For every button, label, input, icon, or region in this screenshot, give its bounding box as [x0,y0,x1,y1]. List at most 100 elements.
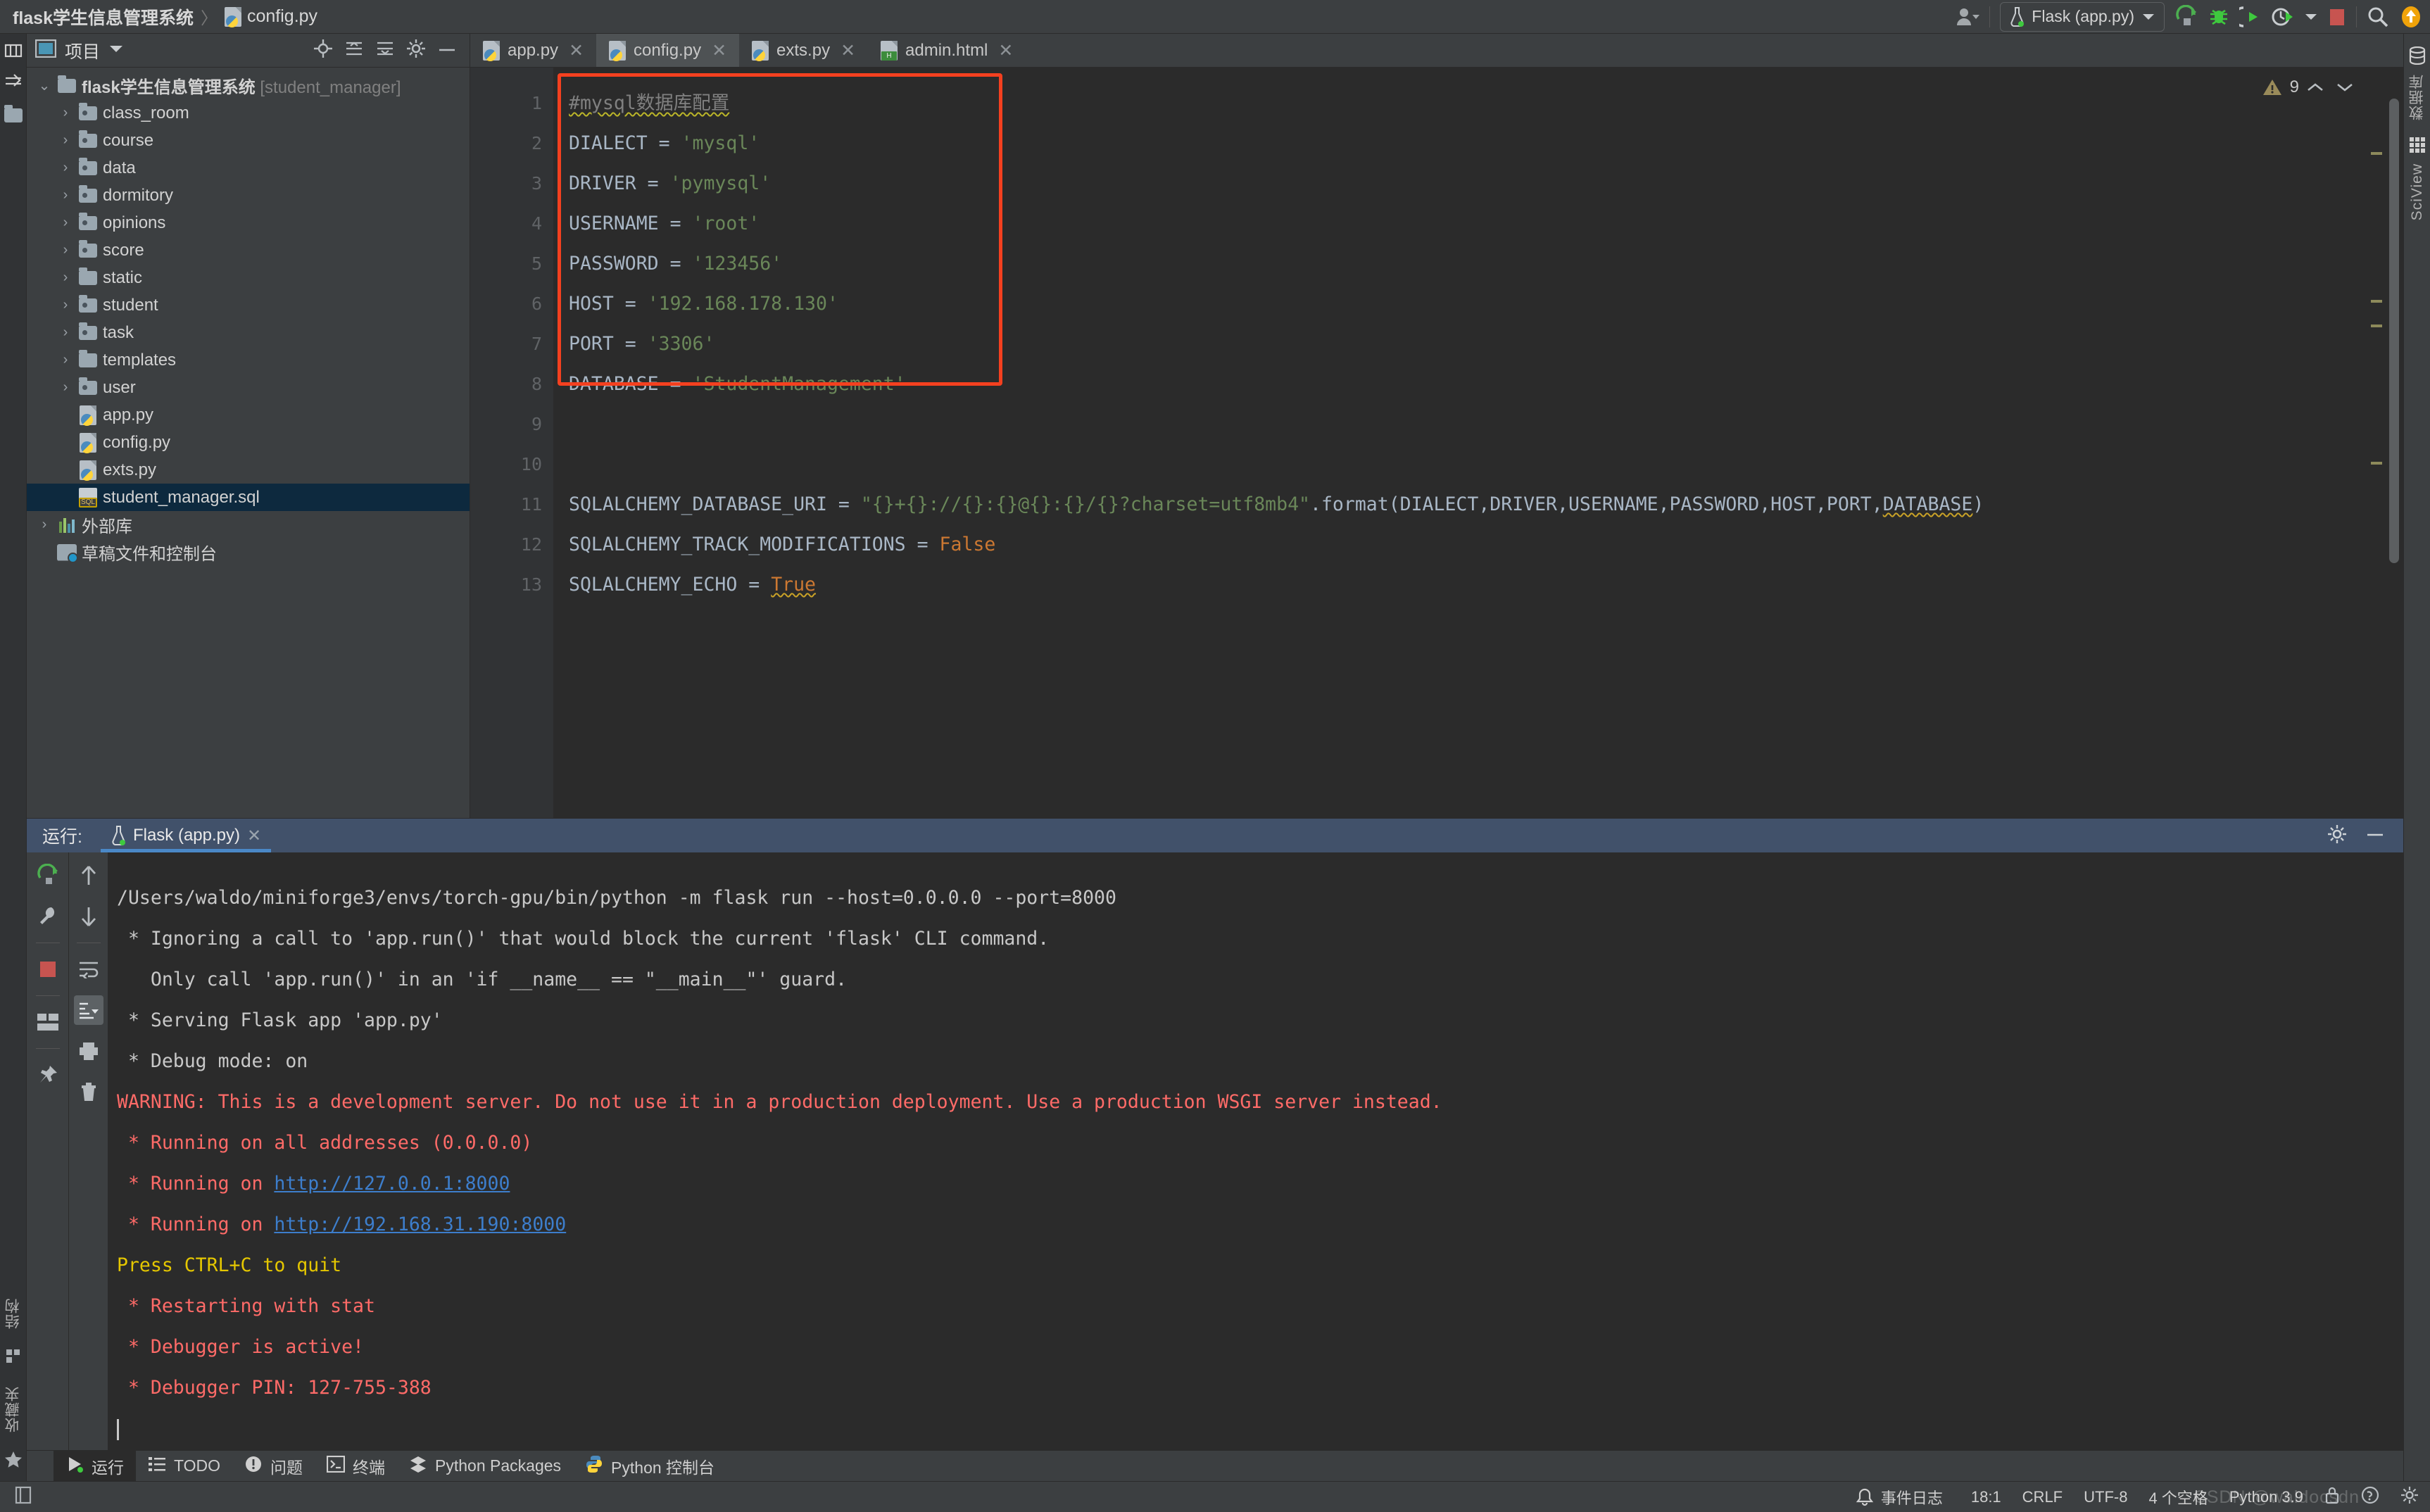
layout-icon[interactable] [33,1007,63,1037]
code-line-4[interactable]: USERNAME = 'root' [569,203,2403,244]
editor-tab-admin-html[interactable]: Hadmin.html ✕ [868,34,1026,67]
trash-icon[interactable] [74,1077,103,1107]
stop-icon[interactable] [2328,8,2346,26]
chevron-down-icon[interactable] [2304,12,2318,22]
breadcrumb-file[interactable]: config.py [247,6,317,27]
soft-wrap-icon[interactable] [74,955,103,984]
close-icon[interactable]: ✕ [841,40,855,61]
update-arrow-icon[interactable] [2399,5,2423,29]
file-encoding[interactable]: UTF-8 [2084,1488,2127,1506]
project-tool-icon[interactable] [4,42,23,63]
profiler-icon[interactable] [2272,5,2294,29]
tool-window-tab-[interactable]: 运行 [53,1451,136,1481]
tool-window-tab-[interactable]: 终端 [315,1451,397,1481]
user-avatar-icon[interactable] [1956,6,1980,27]
rerun-icon[interactable] [33,861,63,890]
wrench-icon[interactable] [33,902,63,931]
sidebar-item-sciview-label[interactable]: SciView [2409,163,2426,220]
close-icon[interactable]: ✕ [247,826,261,846]
close-icon[interactable]: ✕ [998,40,1013,61]
event-log-button[interactable]: 事件日志 [1856,1486,1943,1508]
caret-position[interactable]: 18:1 [1971,1488,2001,1506]
tree-item-apppy[interactable]: app.py [27,401,470,429]
tree-item-student[interactable]: › student [27,291,470,319]
minimize-icon[interactable] [2365,829,2385,842]
folder-icon[interactable] [4,105,23,122]
error-stripe-marks[interactable] [2371,68,2382,818]
tree-item-flask[interactable]: ⌄ flask学生信息管理系统 [student_manager] [27,72,470,99]
chevron-right-icon[interactable]: › [35,517,53,533]
tree-item-score[interactable]: › score [27,237,470,264]
tool-window-tab-pythonpackages[interactable]: Python Packages [397,1451,573,1481]
code-line-9[interactable] [569,404,2403,444]
python-interpreter[interactable]: Python 3.9 [2229,1488,2303,1506]
sidebar-item-structure-label[interactable]: 结构 [3,1298,24,1329]
gear-icon[interactable] [406,39,426,62]
code-line-1[interactable]: #mysql数据库配置 [569,83,2403,123]
code-line-7[interactable]: PORT = '3306' [569,324,2403,364]
stop-icon[interactable] [33,955,63,984]
gear-icon[interactable] [2327,824,2347,848]
search-icon[interactable] [2367,6,2389,28]
editor-inspection-status[interactable]: 9 [2262,77,2354,97]
tree-item-student_managersql[interactable]: SQL student_manager.sql [27,484,470,511]
chevron-right-icon[interactable]: › [56,352,75,368]
chevron-down-icon[interactable]: ⌄ [35,77,53,94]
tool-window-tab-[interactable]: 问题 [232,1451,315,1481]
editor-tab-exts-py[interactable]: exts.py ✕ [739,34,868,67]
expand-all-icon[interactable] [375,39,395,62]
tool-window-tab-python[interactable]: Python 控制台 [573,1451,726,1481]
tree-item-data[interactable]: › data [27,154,470,182]
line-separator[interactable]: CRLF [2022,1488,2063,1506]
breadcrumb-project[interactable]: flask学生信息管理系统 [13,4,194,30]
tree-item-static[interactable]: › static [27,264,470,291]
close-icon[interactable]: ✕ [712,40,726,61]
tree-item-extspy[interactable]: exts.py [27,456,470,484]
code-line-11[interactable]: SQLALCHEMY_DATABASE_URI = "{}+{}://{}:{}… [569,484,2403,524]
editor-vertical-scrollbar[interactable] [2385,68,2403,818]
tree-item-dormitory[interactable]: › dormitory [27,182,470,209]
code-line-12[interactable]: SQLALCHEMY_TRACK_MODIFICATIONS = False [569,524,2403,565]
run-console-output[interactable]: /Users/waldo/miniforge3/envs/torch-gpu/b… [108,852,2403,1450]
minimize-icon[interactable] [437,44,457,57]
down-arrow-icon[interactable] [74,902,103,931]
tree-item-course[interactable]: › course [27,127,470,154]
chevron-right-icon[interactable]: › [56,270,75,286]
sidebar-item-database-label[interactable]: 数据库 [2407,74,2428,120]
run-coverage-icon[interactable] [2239,5,2262,29]
scroll-to-end-icon[interactable] [73,995,103,1025]
code-line-10[interactable] [569,444,2403,484]
help-icon[interactable] [2361,1486,2379,1508]
console-url-link[interactable]: http://127.0.0.1:8000 [274,1173,510,1195]
code-line-3[interactable]: DRIVER = 'pymysql' [569,163,2403,203]
pin-icon[interactable] [33,1060,63,1090]
show-tool-windows-icon[interactable] [14,1486,32,1508]
code-line-13[interactable]: SQLALCHEMY_ECHO = True [569,565,2403,605]
chevron-right-icon[interactable]: › [56,215,75,231]
code-line-8[interactable]: DATABASE = 'StudentManagement' [569,364,2403,404]
chevron-right-icon[interactable]: › [56,297,75,313]
collapse-all-icon[interactable] [344,39,364,62]
tool-window-tab-todo[interactable]: TODO [136,1451,232,1481]
run-configuration-selector[interactable]: Flask (app.py) [2000,1,2165,32]
chevron-right-icon[interactable]: › [56,187,75,203]
debug-bug-icon[interactable] [2208,5,2229,29]
gear-icon[interactable] [2400,1486,2419,1508]
editor-tab-config-py[interactable]: config.py ✕ [596,34,740,67]
run-tab-flask[interactable]: Flask (app.py) ✕ [100,819,272,852]
code-content[interactable]: #mysql数据库配置 DIALECT = 'mysql' DRIVER = 'py… [553,68,2403,818]
run-icon[interactable] [2174,4,2198,29]
star-icon[interactable] [4,1451,23,1473]
tree-item-[interactable]: › 外部库 [27,511,470,538]
print-icon[interactable] [74,1036,103,1066]
chevron-right-icon[interactable]: › [56,325,75,341]
chevron-right-icon[interactable]: › [56,105,75,121]
tree-item-task[interactable]: › task [27,319,470,346]
sidebar-item-favorites-label[interactable]: 收藏夹 [3,1386,24,1432]
chevron-down-icon[interactable] [108,44,124,57]
commit-tool-icon[interactable] [4,73,23,93]
chevron-right-icon[interactable]: › [56,379,75,396]
structure-icon[interactable] [5,1347,22,1368]
tree-item-templates[interactable]: › templates [27,346,470,374]
console-url-link[interactable]: http://192.168.31.190:8000 [274,1214,566,1235]
